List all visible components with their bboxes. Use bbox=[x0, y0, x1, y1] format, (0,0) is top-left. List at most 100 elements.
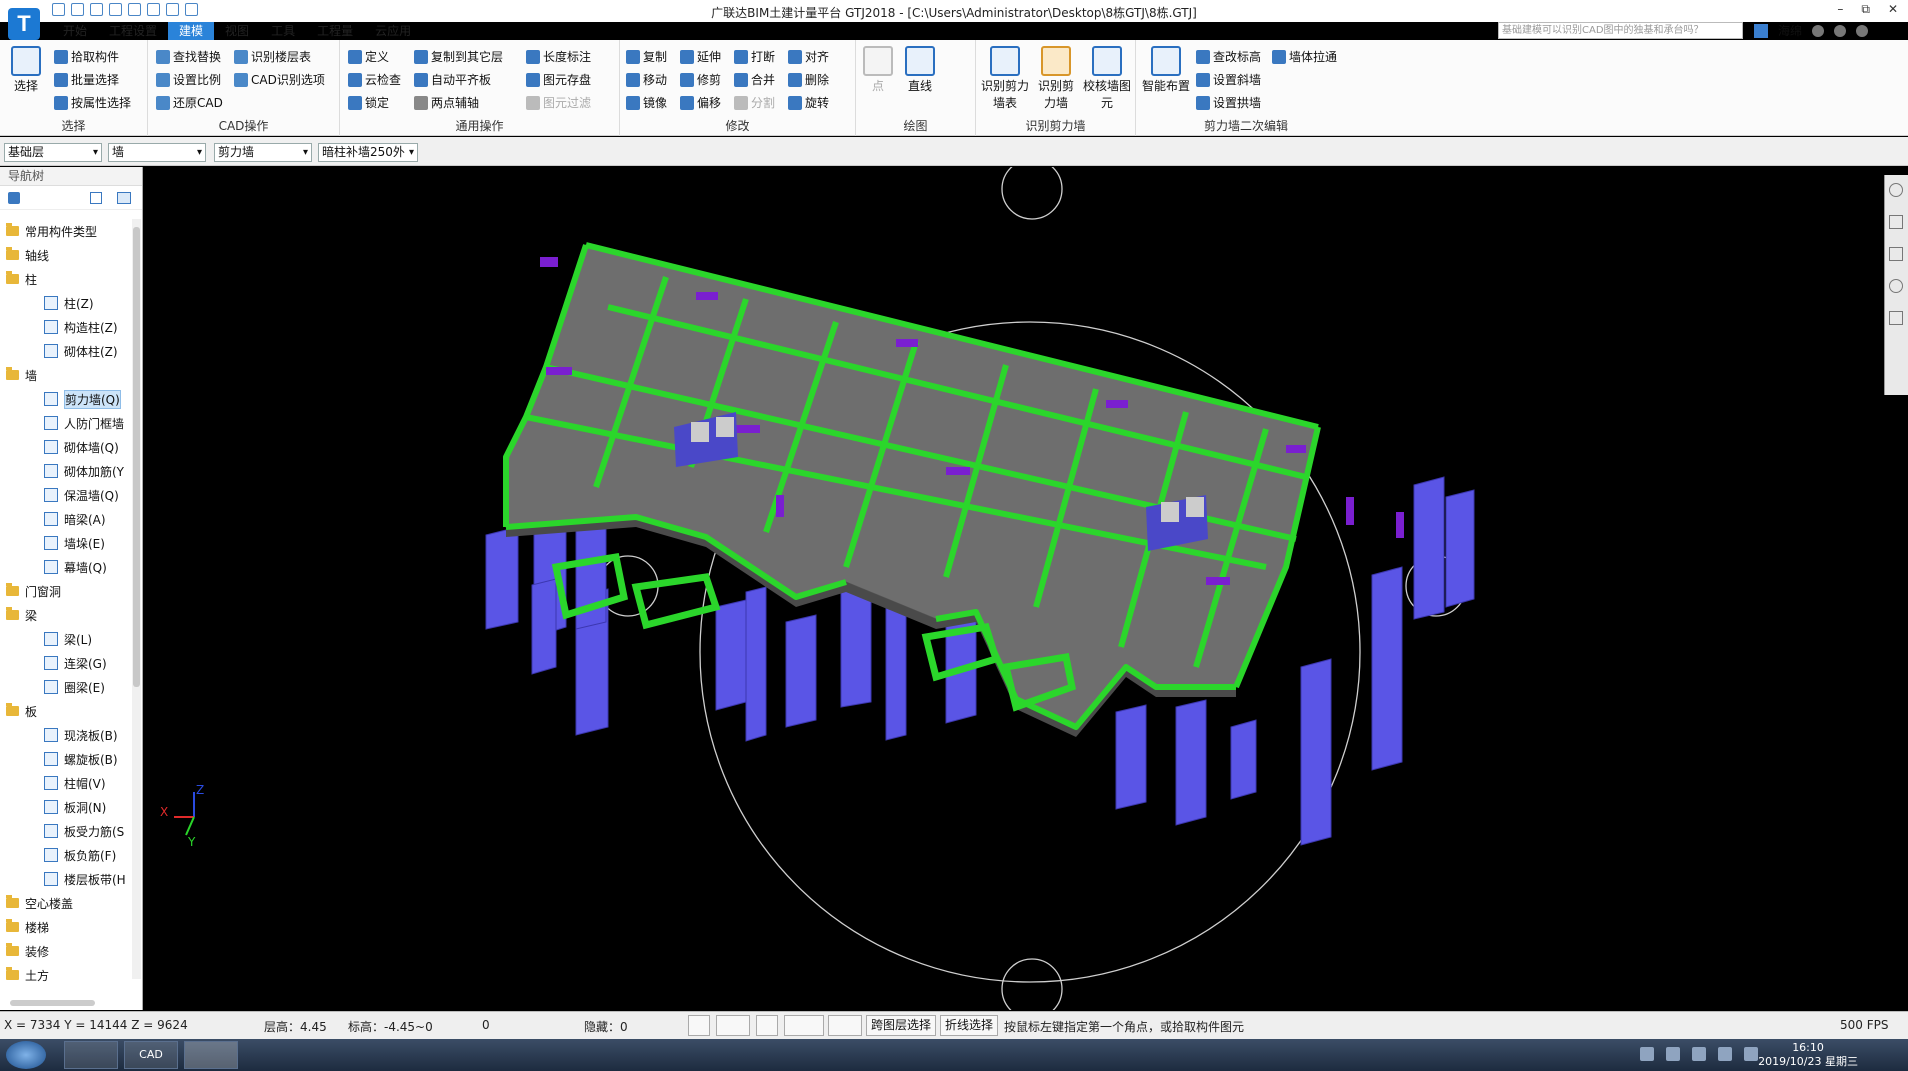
column[interactable] bbox=[1300, 658, 1332, 846]
hidden-column[interactable] bbox=[1106, 400, 1128, 408]
help-search-input[interactable]: 基础建模可以识别CAD图中的独基和承台吗？ bbox=[1498, 22, 1743, 39]
bell-icon[interactable] bbox=[1812, 24, 1825, 37]
move-button[interactable]: 移动 bbox=[626, 71, 667, 88]
column[interactable] bbox=[1115, 704, 1147, 810]
tray-icon[interactable] bbox=[1640, 1047, 1654, 1061]
tree-item[interactable]: 幕墙(Q) bbox=[0, 555, 132, 579]
tree-item[interactable]: 保温墙(Q) bbox=[0, 483, 132, 507]
tree-item[interactable]: 砌体墙(Q) bbox=[0, 435, 132, 459]
taskbar-cad[interactable]: CAD bbox=[124, 1041, 178, 1069]
menu-modeling[interactable]: 建模 bbox=[168, 22, 215, 40]
menu-tools[interactable]: 工具 bbox=[260, 22, 306, 40]
restore-cad-button[interactable]: 还原CAD bbox=[156, 94, 223, 111]
minimize-button[interactable]: – bbox=[1837, 2, 1843, 17]
view-cube-button[interactable] bbox=[1889, 247, 1903, 261]
tray-icon[interactable] bbox=[1666, 1047, 1680, 1061]
tree-item[interactable]: 墙垛(E) bbox=[0, 531, 132, 555]
pin-icon[interactable] bbox=[8, 192, 20, 204]
break-button[interactable]: 打断 bbox=[734, 48, 775, 65]
tree-hscroll[interactable] bbox=[10, 1000, 95, 1006]
arch-wall-button[interactable]: 设置拱墙 bbox=[1196, 94, 1261, 111]
smart-layout-button[interactable]: 智能布置 bbox=[1140, 46, 1192, 95]
volume-icon[interactable] bbox=[1744, 1047, 1758, 1061]
group-label-general[interactable]: 通用操作 bbox=[340, 117, 619, 134]
tree-item[interactable]: 柱帽(V) bbox=[0, 771, 132, 795]
taskbar-gtj[interactable] bbox=[184, 1041, 238, 1069]
orbit-handle-bottom[interactable] bbox=[1001, 958, 1063, 1010]
app-logo[interactable]: T bbox=[8, 8, 40, 40]
group-label-select[interactable]: 选择 bbox=[0, 117, 147, 134]
angle-snap-toggle[interactable] bbox=[784, 1015, 824, 1036]
menu-cloud[interactable]: 云应用 bbox=[364, 22, 422, 40]
list-view-icon[interactable] bbox=[90, 192, 102, 204]
tree-category[interactable]: 柱 bbox=[0, 267, 132, 291]
define-button[interactable]: 定义 bbox=[348, 48, 389, 65]
hidden-column[interactable] bbox=[696, 292, 718, 300]
tree-item[interactable]: 现浇板(B) bbox=[0, 723, 132, 747]
tree-category[interactable]: 常用构件类型 bbox=[0, 219, 132, 243]
tree-item[interactable]: 砌体柱(Z) bbox=[0, 339, 132, 363]
hidden-column[interactable] bbox=[1286, 445, 1306, 453]
tree-item[interactable]: 板负筋(F) bbox=[0, 843, 132, 867]
hidden-column[interactable] bbox=[1396, 512, 1404, 538]
pick-component-button[interactable]: 拾取构件 bbox=[54, 48, 119, 65]
hidden-column[interactable] bbox=[1346, 497, 1354, 525]
tree-item[interactable]: 剪力墙(Q) bbox=[0, 387, 132, 411]
menu-view[interactable]: 视图 bbox=[214, 22, 260, 40]
tree-category[interactable]: 门窗洞 bbox=[0, 579, 132, 603]
tree-item[interactable]: 暗梁(A) bbox=[0, 507, 132, 531]
cad-options-button[interactable]: CAD识别选项 bbox=[234, 71, 325, 88]
copy-to-other-floors-button[interactable]: 复制到其它层 bbox=[414, 48, 503, 65]
polyline-select-button[interactable]: 折线选择 bbox=[940, 1015, 999, 1036]
start-button[interactable] bbox=[6, 1041, 46, 1069]
hidden-column[interactable] bbox=[736, 425, 760, 433]
hidden-column[interactable] bbox=[896, 339, 918, 347]
tree-category[interactable]: 墙 bbox=[0, 363, 132, 387]
split-button[interactable]: 分割 bbox=[734, 94, 775, 111]
tree-item[interactable]: 板洞(N) bbox=[0, 795, 132, 819]
building-model[interactable] bbox=[485, 242, 1475, 846]
chat-icon[interactable] bbox=[1834, 24, 1847, 37]
batch-select-button[interactable]: 批量选择 bbox=[54, 71, 119, 88]
3d-viewport[interactable]: X Y Z bbox=[146, 167, 1908, 1010]
tree-category[interactable]: 土方 bbox=[0, 963, 132, 987]
group-label-draw[interactable]: 绘图 bbox=[856, 117, 975, 134]
network-icon[interactable] bbox=[1718, 1047, 1732, 1061]
menu-quantities[interactable]: 工程量 bbox=[306, 22, 364, 40]
wall-extend-button[interactable]: 墙体拉通 bbox=[1272, 48, 1337, 65]
delete-button[interactable]: 删除 bbox=[788, 71, 829, 88]
tree-scroll-thumb[interactable] bbox=[133, 227, 140, 687]
tree-item[interactable]: 螺旋板(B) bbox=[0, 747, 132, 771]
taskbar-explorer[interactable] bbox=[64, 1041, 118, 1069]
check-wall-button[interactable]: 校核墙图元 bbox=[1082, 46, 1132, 112]
member-select[interactable]: 暗柱补墙250外 bbox=[318, 143, 418, 162]
column[interactable] bbox=[1371, 566, 1403, 771]
change-elevation-button[interactable]: 查改标高 bbox=[1196, 48, 1261, 65]
tree-item[interactable]: 构造柱(Z) bbox=[0, 315, 132, 339]
group-label-wall-edit[interactable]: 剪力墙二次编辑 bbox=[1136, 117, 1356, 134]
set-scale-button[interactable]: 设置比例 bbox=[156, 71, 221, 88]
floor-select[interactable]: 基础层 bbox=[4, 143, 102, 162]
two-point-axis-button[interactable]: 两点辅轴 bbox=[414, 94, 479, 111]
recognize-floor-table-button[interactable]: 识别楼层表 bbox=[234, 48, 311, 65]
auto-align-slab-button[interactable]: 自动平齐板 bbox=[414, 71, 491, 88]
column[interactable] bbox=[745, 586, 767, 742]
rotate-button[interactable]: 旋转 bbox=[788, 94, 829, 111]
rotate-view-button[interactable] bbox=[1889, 279, 1903, 293]
tree-item[interactable]: 人防门框墙 bbox=[0, 411, 132, 435]
slanted-wall-button[interactable]: 设置斜墙 bbox=[1196, 71, 1261, 88]
point-button[interactable]: 点 bbox=[860, 46, 896, 95]
tree-view-icon[interactable] bbox=[117, 192, 131, 204]
hidden-column[interactable] bbox=[546, 367, 572, 375]
lock-button[interactable]: 锁定 bbox=[348, 94, 389, 111]
tree-category[interactable]: 板 bbox=[0, 699, 132, 723]
help-icon[interactable] bbox=[1856, 24, 1869, 37]
tree-item[interactable]: 圈梁(E) bbox=[0, 675, 132, 699]
system-clock[interactable]: 16:10 2019/10/23 星期三 bbox=[1758, 1041, 1858, 1069]
snap-toggle[interactable] bbox=[716, 1015, 750, 1036]
column[interactable] bbox=[531, 578, 557, 675]
column[interactable] bbox=[485, 526, 519, 630]
column[interactable] bbox=[785, 614, 817, 728]
column[interactable] bbox=[885, 596, 907, 741]
trim-button[interactable]: 修剪 bbox=[680, 71, 721, 88]
